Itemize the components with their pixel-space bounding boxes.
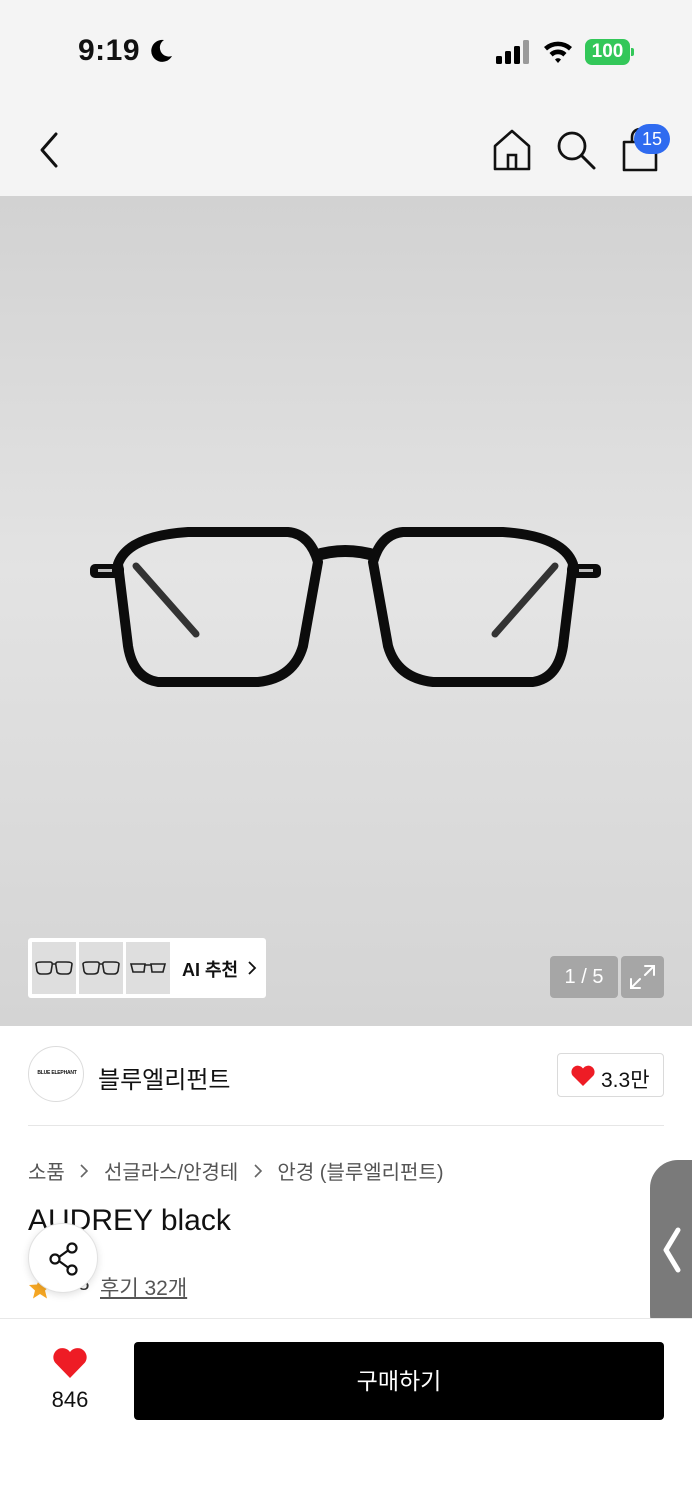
wifi-icon	[544, 41, 572, 63]
chevron-right-icon	[80, 1163, 89, 1178]
ai-recommend-label: AI 추천	[182, 960, 239, 980]
ai-thumbnail[interactable]	[79, 942, 123, 994]
cart-badge: 15	[634, 124, 670, 154]
brand-name[interactable]: 블루엘리펀트	[98, 1060, 230, 1095]
home-icon[interactable]	[490, 126, 534, 174]
chevron-right-icon	[248, 961, 257, 975]
wishlist-count: 846	[51, 1387, 89, 1412]
status-bar: 9:19 100	[0, 0, 692, 100]
back-arrow-icon[interactable]	[30, 126, 70, 174]
ai-thumbnail[interactable]	[32, 942, 76, 994]
brand-like-count: 3.3만	[601, 1069, 650, 1092]
brand-logo-text: BLUE ELEPHANT	[37, 1070, 77, 1076]
brand-like-button[interactable]: 3.3만	[557, 1053, 664, 1097]
signal-icon	[496, 40, 529, 64]
breadcrumb-item[interactable]: 안경 (블루엘리펀트)	[277, 1156, 443, 1185]
review-link[interactable]: 후기 32개	[100, 1272, 187, 1302]
breadcrumb: 소품 선글라스/안경테 안경 (블루엘리펀트)	[28, 1156, 444, 1185]
expand-button[interactable]	[621, 956, 664, 998]
breadcrumb-item[interactable]: 선글라스/안경테	[104, 1156, 238, 1185]
divider	[28, 1125, 664, 1126]
search-icon[interactable]	[554, 128, 598, 172]
wishlist-heart-icon[interactable]	[52, 1347, 88, 1379]
moon-icon	[151, 39, 172, 62]
buy-button[interactable]: 구매하기	[134, 1342, 664, 1420]
ai-thumbnail[interactable]	[126, 942, 170, 994]
status-time: 9:19	[78, 34, 141, 67]
chevron-right-icon	[254, 1163, 262, 1178]
bottom-action-bar: 846 구매하기	[0, 1318, 692, 1500]
share-icon	[49, 1242, 78, 1276]
ai-recommend-box[interactable]: AI 추천	[28, 938, 266, 998]
side-panel-tab[interactable]	[650, 1160, 692, 1342]
breadcrumb-item[interactable]: 소품	[28, 1156, 65, 1185]
expand-icon	[630, 965, 655, 989]
glasses-product-photo	[90, 527, 601, 687]
battery-tip	[631, 48, 634, 56]
brand-logo[interactable]: BLUE ELEPHANT	[28, 1046, 84, 1102]
share-button[interactable]	[28, 1223, 98, 1293]
battery-icon: 100	[585, 39, 635, 65]
image-page-counter: 1 / 5	[550, 956, 618, 998]
chevron-left-icon	[663, 1227, 681, 1273]
nav-bar	[0, 100, 692, 196]
product-image[interactable]: AI 추천 1 / 5	[0, 196, 692, 1026]
battery-level: 100	[585, 39, 630, 65]
heart-icon	[571, 1065, 595, 1086]
